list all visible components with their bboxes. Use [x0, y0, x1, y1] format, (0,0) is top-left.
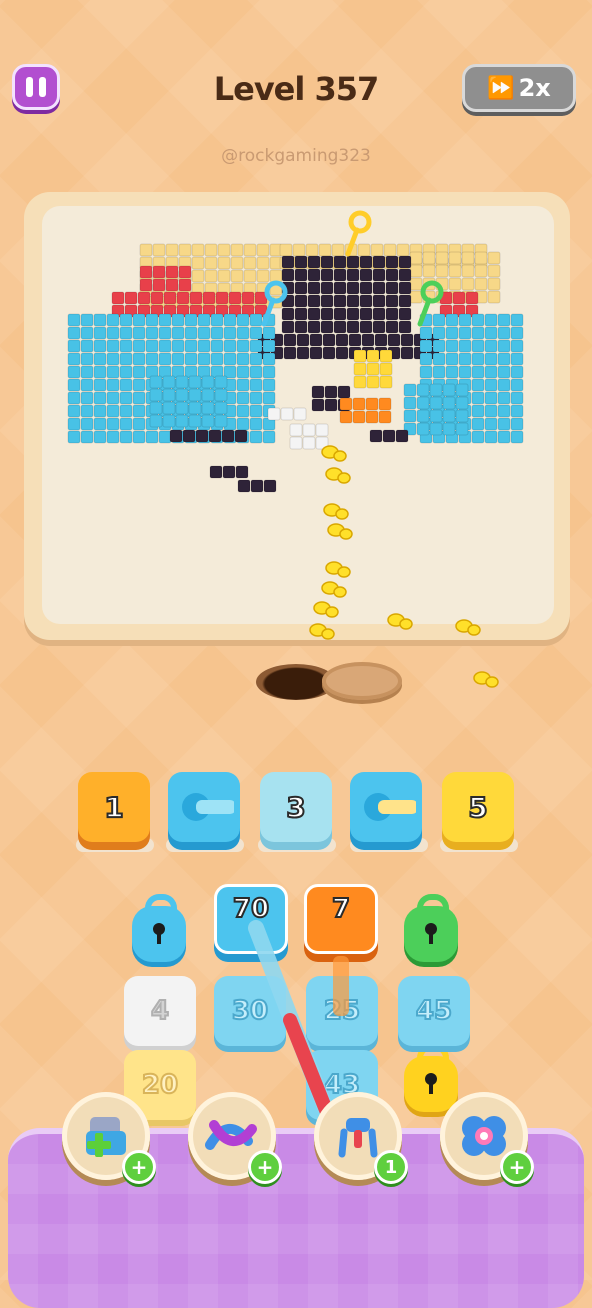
- box-plus-icon: [86, 1117, 126, 1157]
- add-slot-booster[interactable]: +: [62, 1092, 156, 1184]
- count-badge: 1: [374, 1150, 408, 1184]
- add-badge: +: [122, 1150, 156, 1184]
- flower-icon: [462, 1116, 506, 1156]
- freeze-booster[interactable]: +: [440, 1092, 534, 1184]
- shuffle-booster[interactable]: +: [188, 1092, 282, 1184]
- shuffle-arrows-icon: [205, 1120, 257, 1150]
- magnet-booster[interactable]: 1: [314, 1092, 408, 1184]
- claw-icon: [338, 1118, 378, 1158]
- add-badge: +: [248, 1150, 282, 1184]
- add-badge: +: [500, 1150, 534, 1184]
- tile-pipes: [248, 920, 349, 1118]
